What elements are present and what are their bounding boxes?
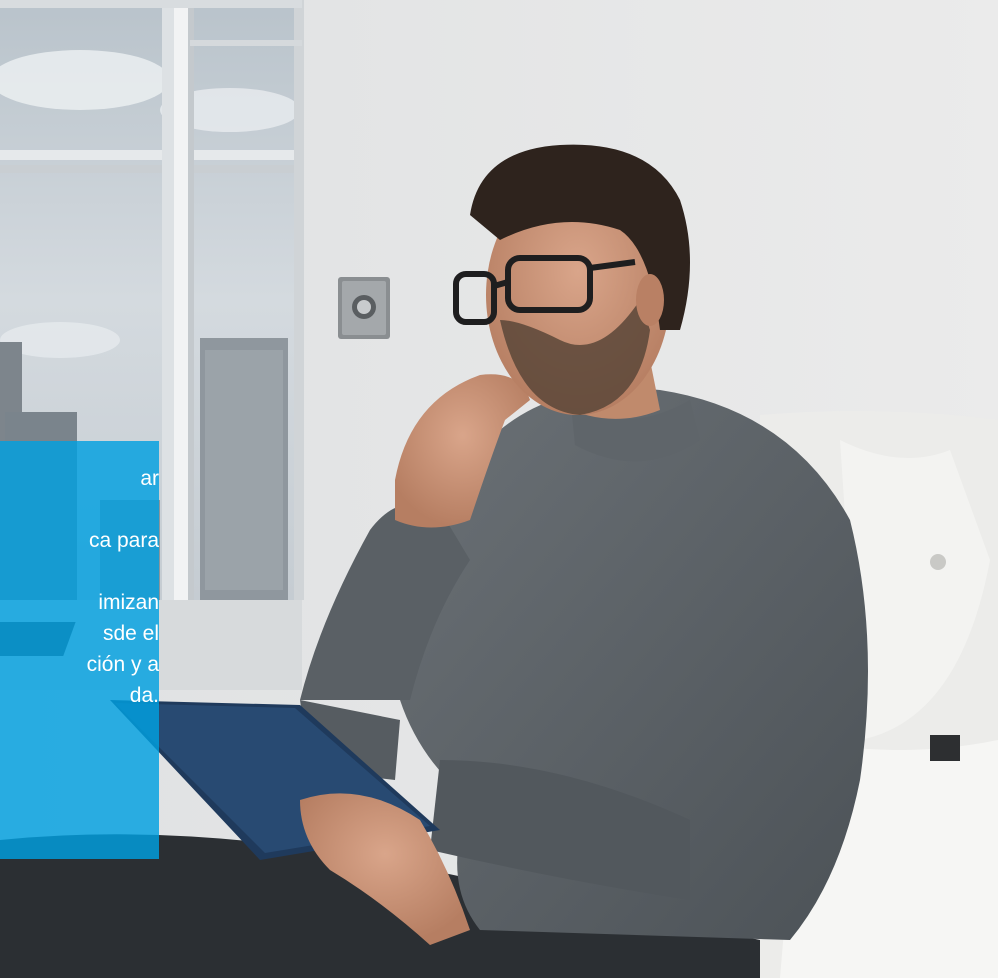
overlay-line: ción y a [86,653,159,676]
overlay-line: sde el [102,622,159,645]
overlay-line: imizan [98,591,159,614]
info-overlay-panel: ar ca para imizan sde el ción y a da. [0,441,159,859]
overlay-line [0,494,159,525]
overlay-line: ar [140,467,159,490]
overlay-line: ca para [88,529,159,552]
overlay-line [0,556,159,587]
overlay-line: da. [129,684,159,707]
wall-switch [338,277,390,339]
overlay-text: ar ca para imizan sde el ción y a da. [0,463,159,711]
